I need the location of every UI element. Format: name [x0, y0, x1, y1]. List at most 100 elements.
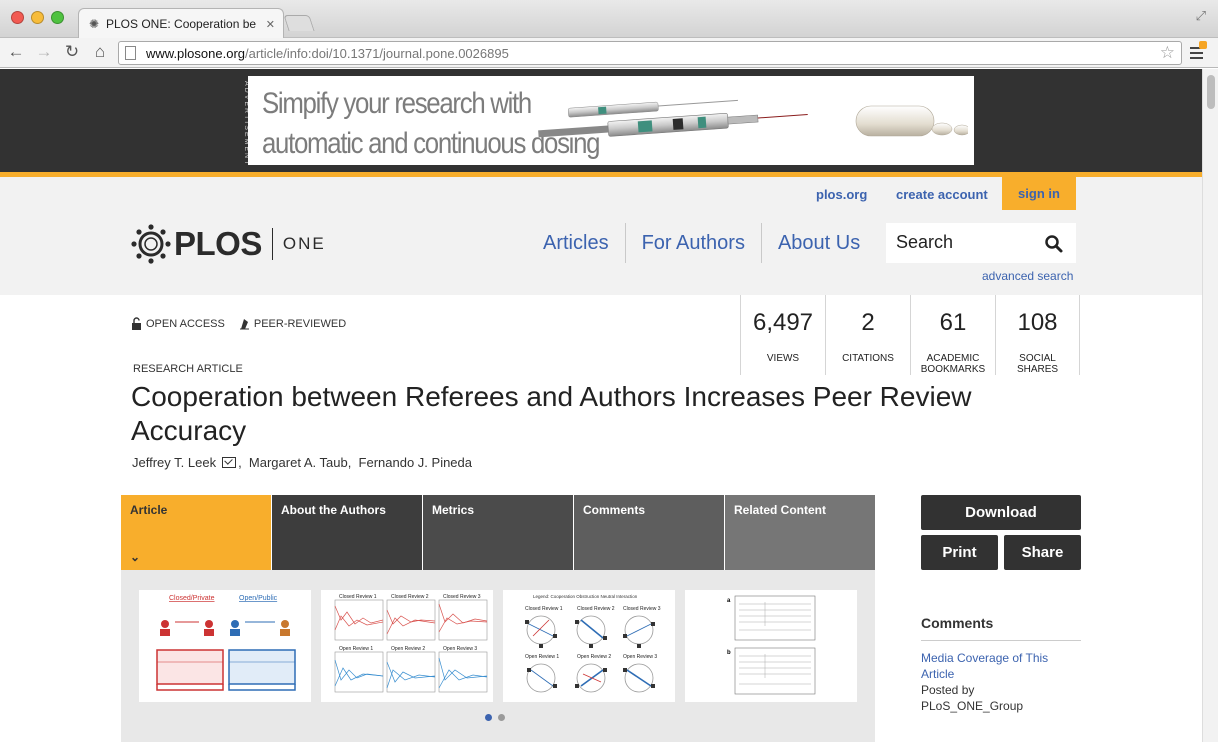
metric-academic-bookmarks[interactable]: 61 ACADEMIC BOOKMARKS: [910, 295, 995, 375]
create-account-link[interactable]: create account: [896, 187, 988, 202]
fig1-open-label: Open/Public: [239, 595, 278, 602]
search-placeholder: Search: [896, 232, 954, 252]
share-button[interactable]: Share: [1004, 535, 1081, 570]
sign-in-button[interactable]: sign in: [1002, 177, 1076, 210]
page-icon: [125, 46, 136, 60]
nav-for-authors[interactable]: For Authors: [626, 223, 762, 263]
logo-journal-name: ONE: [282, 234, 326, 253]
scrollbar-thumb[interactable]: [1207, 75, 1215, 109]
svg-text:Legend: Cooperation Obstructi: Legend: Cooperation Obstruction Neutral …: [533, 594, 638, 599]
nav-articles[interactable]: Articles: [527, 223, 626, 263]
svg-text:Closed Review 1: Closed Review 1: [525, 606, 563, 612]
svg-text:Open Review 1: Open Review 1: [339, 646, 373, 652]
email-icon[interactable]: [222, 457, 237, 468]
svg-text:Open Review 3: Open Review 3: [623, 654, 657, 660]
fullscreen-icon[interactable]: ⤢: [1196, 8, 1206, 24]
article-tabs: Article ⌄ About the Authors Metrics Comm…: [121, 495, 875, 570]
close-window-button[interactable]: [11, 11, 24, 24]
advanced-search-link[interactable]: advanced search: [982, 269, 1073, 283]
comment-author: PLoS_ONE_Group: [921, 699, 1024, 713]
zoom-window-button[interactable]: [51, 11, 64, 24]
author-link[interactable]: Fernando J. Pineda: [359, 455, 472, 470]
svg-text:Open Review 3: Open Review 3: [443, 646, 477, 652]
open-access-badge: OPEN ACCESS: [131, 317, 225, 330]
browser-titlebar: ✺ PLOS ONE: Cooperation betw ✕ ⤢: [0, 0, 1218, 39]
figure-1-image: Closed/Private Open/Public: [156, 595, 296, 691]
svg-text:a: a: [727, 598, 731, 604]
figure-thumbnail[interactable]: a b: [685, 590, 857, 702]
minimize-window-button[interactable]: [31, 11, 44, 24]
metric-views[interactable]: 6,497 VIEWS: [740, 295, 825, 375]
svg-text:Closed Review 1: Closed Review 1: [339, 594, 377, 600]
figure-4-image: a b: [727, 595, 816, 695]
figure-thumbnail[interactable]: Legend: Cooperation Obstruction Neutral …: [503, 590, 675, 702]
bookmark-star-icon[interactable]: ☆: [1160, 43, 1175, 63]
open-lock-icon: [132, 317, 141, 330]
figure-carousel: Closed/Private Open/Public Closed Review…: [121, 570, 875, 742]
svg-text:Closed Review 3: Closed Review 3: [443, 594, 481, 600]
page-viewport: ADVERTISEMENT Simpify your research with…: [0, 69, 1202, 742]
article-title: Cooperation between Referees and Authors…: [131, 381, 972, 446]
metric-social-shares[interactable]: 108 SOCIAL SHARES: [995, 295, 1080, 375]
advertisement-banner[interactable]: Simpify your research with automatic and…: [248, 76, 974, 165]
vertical-scrollbar[interactable]: [1202, 69, 1218, 742]
browser-toolbar: ← → ↻ ⌂ www.plosone.org/article/info:doi…: [0, 38, 1218, 68]
carousel-pagination: [485, 714, 505, 721]
tab-related-content[interactable]: Related Content: [725, 495, 875, 570]
author-link[interactable]: Margaret A. Taub: [249, 455, 348, 470]
home-icon[interactable]: ⌂: [90, 42, 110, 62]
article-type-label: RESEARCH ARTICLE: [133, 363, 243, 375]
update-badge-icon: [1199, 41, 1207, 49]
svg-text:Open Review 2: Open Review 2: [391, 646, 425, 652]
browser-menu-icon[interactable]: [1190, 41, 1207, 60]
download-button[interactable]: Download: [921, 495, 1081, 530]
advertisement-label: ADVERTISEMENT: [243, 81, 250, 167]
carousel-dot[interactable]: [498, 714, 505, 721]
url-text[interactable]: www.plosone.org/article/info:doi/10.1371…: [146, 46, 509, 61]
peer-reviewed-icon: [239, 319, 249, 330]
svg-text:Open Review 1: Open Review 1: [525, 654, 559, 660]
svg-text:Closed Review 2: Closed Review 2: [391, 594, 429, 600]
tab-about-the-authors[interactable]: About the Authors: [272, 495, 422, 570]
access-badges: OPEN ACCESS PEER-REVIEWED: [131, 317, 346, 330]
print-button[interactable]: Print: [921, 535, 998, 570]
main-navigation: Articles For Authors About Us: [527, 223, 876, 263]
fig1-closed-label: Closed/Private: [169, 595, 215, 602]
reload-icon[interactable]: ↻: [62, 42, 82, 62]
tab-article[interactable]: Article ⌄: [121, 495, 271, 570]
plos-one-logo[interactable]: PLOS ONE: [130, 223, 326, 265]
address-bar[interactable]: www.plosone.org/article/info:doi/10.1371…: [118, 41, 1182, 65]
advertisement-band: ADVERTISEMENT Simpify your research with…: [0, 69, 1202, 172]
browser-tab[interactable]: ✺ PLOS ONE: Cooperation betw ✕: [78, 8, 284, 39]
search-icon[interactable]: [1044, 234, 1064, 254]
author-list: Jeffrey T. Leek , Margaret A. Taub , Fer…: [132, 455, 472, 470]
metric-citations[interactable]: 2 CITATIONS: [825, 295, 910, 375]
forward-arrow-icon[interactable]: →: [34, 42, 54, 62]
logo-wordmark: PLOS: [174, 225, 262, 262]
carousel-dot-active[interactable]: [485, 714, 492, 721]
tab-comments[interactable]: Comments: [574, 495, 724, 570]
figure-thumbnail[interactable]: Closed/Private Open/Public: [139, 590, 311, 702]
tab-close-icon[interactable]: ✕: [266, 18, 275, 31]
syringe-illustration: [538, 99, 968, 138]
svg-text:Closed Review 2: Closed Review 2: [577, 606, 615, 612]
figure-3-image: Legend: Cooperation Obstruction Neutral …: [525, 594, 661, 693]
comment-title-link[interactable]: Media Coverage of This Article: [921, 650, 1081, 682]
search-input[interactable]: Search: [886, 223, 1076, 263]
figure-2-image: Closed Review 1 Closed Review 2 Closed R…: [334, 594, 488, 693]
tab-metrics[interactable]: Metrics: [423, 495, 573, 570]
figure-thumbnail[interactable]: Closed Review 1 Closed Review 2 Closed R…: [321, 590, 493, 702]
comments-divider: [921, 640, 1081, 641]
back-arrow-icon[interactable]: ←: [6, 42, 26, 62]
comment-meta: Posted by PLoS_ONE_Group: [921, 683, 1024, 713]
new-tab-button[interactable]: [283, 15, 315, 31]
nav-about-us[interactable]: About Us: [762, 223, 876, 263]
plos-org-link[interactable]: plos.org: [816, 187, 867, 202]
logo-divider: [271, 228, 273, 260]
svg-text:Closed Review 3: Closed Review 3: [623, 606, 661, 612]
article-metrics: 6,497 VIEWS 2 CITATIONS 61 ACADEMIC BOOK…: [740, 295, 1080, 375]
comments-heading: Comments: [921, 615, 994, 631]
author-link[interactable]: Jeffrey T. Leek: [132, 455, 216, 470]
plos-favicon-icon: ✺: [88, 17, 100, 31]
chevron-down-icon: ⌄: [130, 550, 141, 564]
